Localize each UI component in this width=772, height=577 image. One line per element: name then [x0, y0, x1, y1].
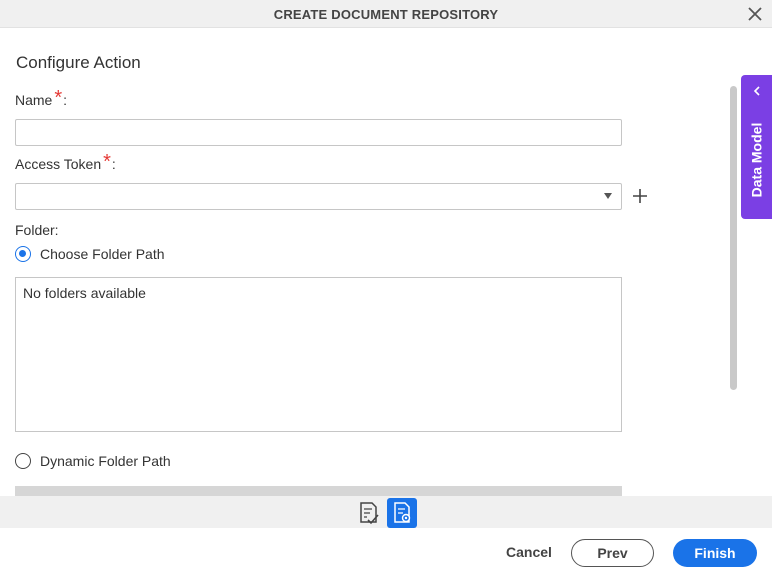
required-mark: * — [103, 151, 111, 173]
document-check-icon — [360, 502, 379, 525]
label-colon: : — [63, 92, 68, 108]
data-model-tab[interactable]: Data Model — [741, 75, 772, 219]
radio-label: Choose Folder Path — [40, 246, 165, 262]
access-token-label: Access Token *: — [15, 151, 116, 179]
name-label: Name *: — [15, 87, 68, 115]
radio-choose-folder-path[interactable]: Choose Folder Path — [15, 244, 165, 264]
label-colon: : — [111, 156, 116, 172]
dialog-title: CREATE DOCUMENT REPOSITORY — [273, 7, 499, 22]
collapsed-panel-bar — [15, 486, 622, 496]
dropdown-arrow-icon — [604, 193, 612, 199]
close-icon[interactable] — [746, 5, 764, 23]
folder-label: Folder: — [15, 222, 59, 238]
vertical-scrollbar[interactable] — [730, 86, 737, 390]
dialog-content: Configure Action Name *: Access Token *: F… — [0, 28, 740, 496]
access-token-label-text: Access Token — [15, 156, 102, 172]
radio-label: Dynamic Folder Path — [40, 453, 171, 469]
folder-tree-box[interactable]: No folders available — [15, 277, 622, 432]
name-label-text: Name — [15, 92, 53, 108]
radio-button-checked[interactable] — [15, 246, 31, 262]
radio-dynamic-folder-path[interactable]: Dynamic Folder Path — [15, 451, 171, 471]
prev-button[interactable]: Prev — [571, 539, 654, 567]
radio-button-unchecked[interactable] — [15, 453, 31, 469]
cancel-button[interactable]: Cancel — [499, 538, 559, 566]
folder-empty-text: No folders available — [23, 285, 146, 301]
add-icon[interactable] — [631, 187, 649, 205]
bottom-toolbar — [0, 496, 772, 528]
chevron-left-icon — [753, 86, 760, 96]
document-settings-icon — [394, 502, 411, 523]
dialog-title-bar: CREATE DOCUMENT REPOSITORY — [0, 0, 772, 28]
document-check-button[interactable] — [354, 498, 384, 528]
required-mark: * — [54, 87, 63, 109]
finish-button[interactable]: Finish — [673, 539, 757, 567]
data-model-label: Data Model — [748, 122, 765, 198]
name-input[interactable] — [15, 119, 622, 146]
page-title: Configure Action — [16, 53, 141, 72]
access-token-select[interactable] — [15, 183, 622, 210]
document-settings-button[interactable] — [387, 498, 417, 528]
